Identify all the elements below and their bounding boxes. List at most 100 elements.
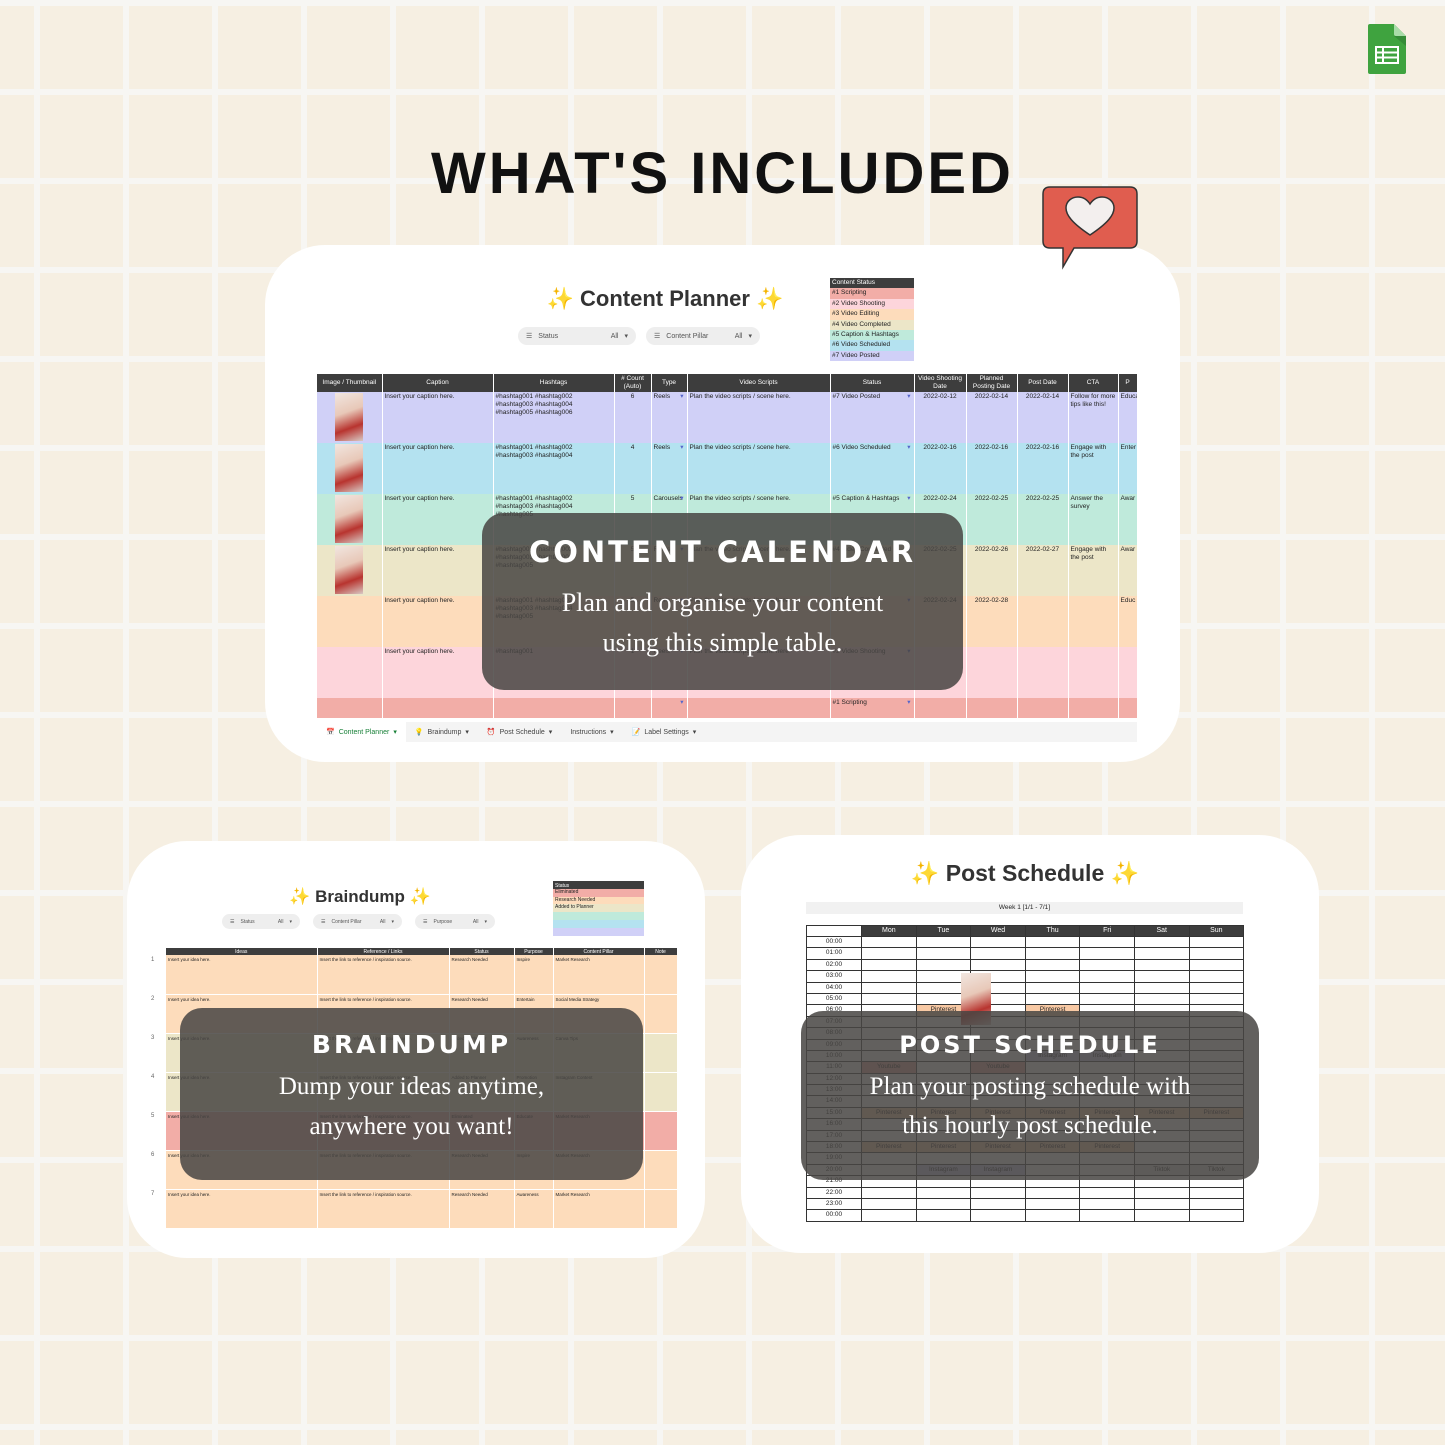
filter-content-pillar[interactable]: ☰ Content Pillar All ▾ (646, 327, 760, 345)
cell-pillar[interactable]: Educ (1118, 596, 1138, 647)
cell-type[interactable]: Reels ▾ (651, 443, 688, 494)
cell-caption[interactable]: Insert your caption here. (382, 545, 494, 596)
schedule-cell[interactable] (970, 1209, 1026, 1222)
schedule-cell[interactable] (1079, 935, 1135, 949)
schedule-cell[interactable] (861, 935, 917, 949)
cell-thumb[interactable] (317, 545, 383, 596)
tab-instructions[interactable]: Instructions ▾ (561, 728, 622, 737)
schedule-cell[interactable] (1079, 1209, 1135, 1222)
filter-content-pillar[interactable]: ☰ Content Pillar All ▾ (313, 914, 402, 929)
cell-planned[interactable]: 2022-02-25 (966, 494, 1018, 545)
cell-cta[interactable]: Follow for more tips like this! (1068, 392, 1119, 443)
filter-status[interactable]: ☰ Status All ▾ (222, 914, 300, 929)
cell-script[interactable]: Plan the video scripts / scene here. (687, 392, 831, 443)
cell-planned[interactable]: 2022-02-28 (966, 596, 1018, 647)
cell-ref[interactable]: Insert the link to reference / inspirati… (317, 955, 450, 995)
schedule-cell[interactable] (1079, 970, 1135, 983)
tab-post-schedule[interactable]: ⏰ Post Schedule ▾ (478, 728, 561, 737)
cell-pillar[interactable] (1118, 698, 1138, 718)
cell-hashtags[interactable] (493, 698, 615, 718)
schedule-cell[interactable] (915, 947, 972, 960)
cell-post[interactable]: 2022-02-25 (1017, 494, 1069, 545)
cell-caption[interactable]: Insert your caption here. (382, 596, 494, 647)
cell-planned[interactable] (966, 647, 1018, 698)
schedule-cell[interactable] (1024, 1186, 1081, 1200)
tab-content-planner[interactable]: 📅 Content Planner ▾ (317, 722, 406, 742)
cell-post[interactable]: 2022-02-14 (1017, 392, 1069, 443)
cell-ref[interactable]: Insert the link to reference / inspirati… (317, 1189, 450, 1229)
cell-shoot[interactable]: 2022-02-12 (914, 392, 967, 443)
schedule-cell[interactable] (1079, 947, 1135, 960)
schedule-cell[interactable] (861, 992, 917, 1006)
schedule-cell[interactable] (1188, 981, 1245, 994)
schedule-cell[interactable] (861, 981, 917, 994)
schedule-cell[interactable] (861, 1186, 917, 1200)
cell-thumb[interactable] (317, 647, 383, 698)
schedule-cell[interactable] (970, 1197, 1026, 1211)
schedule-cell[interactable] (1188, 947, 1245, 960)
table-row[interactable]: Insert your caption here. #hashtag001 #ha… (317, 443, 1138, 494)
cell-caption[interactable]: Insert your caption here. (382, 494, 494, 545)
schedule-cell[interactable] (1079, 958, 1135, 972)
cell-purpose[interactable]: Inspire (514, 955, 554, 995)
cell-pillar[interactable] (1118, 647, 1138, 698)
cell-thumb[interactable] (317, 494, 383, 545)
cell-hashtags[interactable]: #hashtag001 #hashtag002 #hashtag003 #has… (493, 443, 615, 494)
schedule-cell[interactable] (1133, 1197, 1190, 1211)
schedule-cell[interactable] (1079, 981, 1135, 994)
cell-status[interactable]: #7 Video Posted ▾ (830, 392, 915, 443)
cell-planned[interactable] (966, 698, 1018, 718)
cell-type[interactable]: Reels ▾ (651, 392, 688, 443)
cell-post[interactable] (1017, 698, 1069, 718)
cell-pillar[interactable]: Awar (1118, 494, 1138, 545)
cell-planned[interactable]: 2022-02-14 (966, 392, 1018, 443)
cell-idea[interactable]: Insert your idea here. (166, 1189, 318, 1229)
cell-note[interactable] (644, 1150, 678, 1190)
schedule-cell[interactable] (1133, 981, 1190, 994)
cell-status[interactable]: #6 Video Scheduled ▾ (830, 443, 915, 494)
cell-cta[interactable] (1068, 698, 1119, 718)
table-row[interactable]: Insert your idea here. Insert the link to… (166, 955, 678, 995)
schedule-cell[interactable] (1024, 958, 1081, 972)
table-row[interactable]: Insert your caption here. #hashtag001 #ha… (317, 392, 1138, 443)
schedule-cell[interactable] (1079, 1186, 1135, 1200)
cell-pillar[interactable]: Educa (1118, 392, 1138, 443)
tab-braindump[interactable]: 💡 Braindump ▾ (406, 728, 478, 737)
cell-pillar[interactable]: Enter (1118, 443, 1138, 494)
cell-pillar[interactable]: Awar (1118, 545, 1138, 596)
cell-caption[interactable]: Insert your caption here. (382, 647, 494, 698)
schedule-cell[interactable] (1133, 958, 1190, 972)
cell-idea[interactable]: Insert your idea here. (166, 955, 318, 995)
cell-post[interactable]: 2022-02-16 (1017, 443, 1069, 494)
schedule-cell[interactable] (1133, 947, 1190, 960)
cell-post[interactable] (1017, 596, 1069, 647)
schedule-cell[interactable] (1024, 992, 1081, 1006)
cell-planned[interactable]: 2022-02-16 (966, 443, 1018, 494)
schedule-cell[interactable] (1188, 1186, 1245, 1200)
cell-thumb[interactable] (317, 443, 383, 494)
cell-note[interactable] (644, 1033, 678, 1073)
schedule-cell[interactable] (1188, 958, 1245, 972)
cell-status[interactable]: #1 Scripting ▾ (830, 698, 915, 718)
cell-hashtags[interactable]: #hashtag001 #hashtag002 #hashtag003 #has… (493, 392, 615, 443)
schedule-cell[interactable] (1188, 970, 1245, 983)
schedule-cell[interactable] (1079, 992, 1135, 1006)
cell-cta[interactable]: Engage with the post (1068, 443, 1119, 494)
schedule-cell[interactable] (1133, 1209, 1190, 1222)
cell-planned[interactable]: 2022-02-26 (966, 545, 1018, 596)
cell-note[interactable] (644, 1111, 678, 1151)
schedule-cell[interactable] (1079, 1197, 1135, 1211)
schedule-cell[interactable] (1024, 970, 1081, 983)
cell-script[interactable]: Plan the video scripts / scene here. (687, 443, 831, 494)
schedule-cell[interactable] (1133, 992, 1190, 1006)
cell-purpose[interactable]: Awareness (514, 1189, 554, 1229)
cell-cta[interactable] (1068, 596, 1119, 647)
schedule-cell[interactable] (915, 935, 972, 949)
schedule-cell[interactable] (1188, 992, 1245, 1006)
cell-type[interactable]: ▾ (651, 698, 688, 718)
schedule-cell[interactable] (1024, 1197, 1081, 1211)
cell-count[interactable]: 4 (614, 443, 652, 494)
cell-note[interactable] (644, 955, 678, 995)
schedule-cell[interactable] (970, 935, 1026, 949)
schedule-cell[interactable] (915, 1186, 972, 1200)
